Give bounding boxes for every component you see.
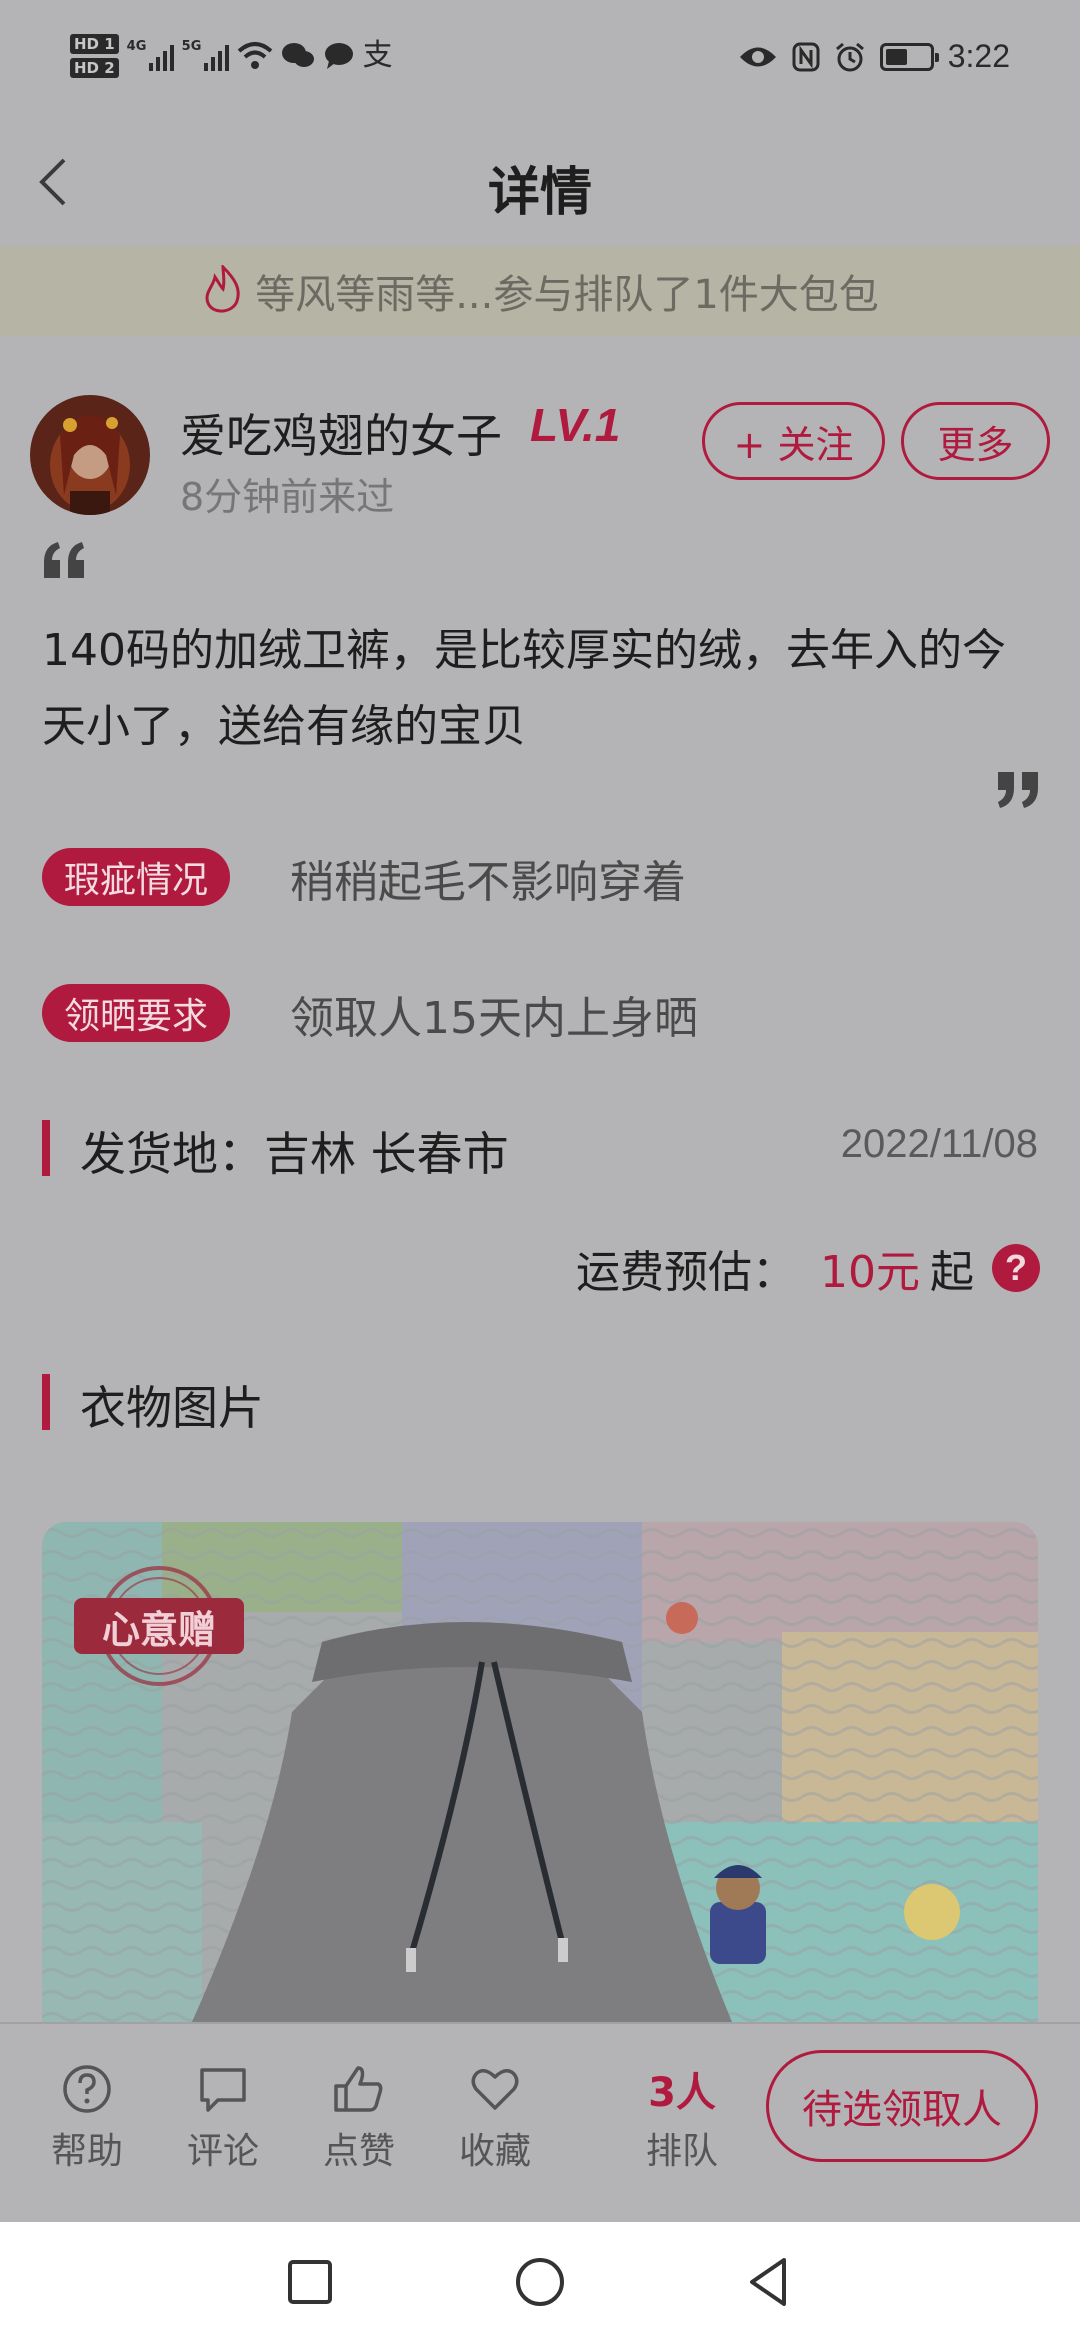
- queue-label: 排队: [645, 2131, 718, 2172]
- like-button[interactable]: 点赞: [304, 2062, 414, 2174]
- shipping-suffix: 起: [930, 1247, 974, 1298]
- home-icon[interactable]: [510, 2252, 570, 2312]
- requirement-tag: 领晒要求: [42, 984, 231, 1042]
- battery-icon: [879, 42, 939, 71]
- wifi-icon: [237, 42, 272, 69]
- avatar[interactable]: [30, 395, 150, 515]
- system-nav-bar: [0, 2222, 1080, 2340]
- user-level-badge: LV.1: [530, 399, 621, 451]
- queue-status[interactable]: 3人 排队: [632, 2060, 732, 2174]
- alipay-icon: 支: [362, 38, 393, 73]
- requirement-text: 领取人15天内上身晒: [290, 993, 698, 1044]
- eye-icon: [739, 47, 776, 66]
- thumbs-up-icon: [334, 2066, 383, 2112]
- flame-icon: [205, 265, 240, 313]
- network-type-1: 4G: [126, 39, 147, 54]
- recents-icon[interactable]: [280, 2252, 340, 2312]
- signal-icon-1: 4G: [126, 39, 174, 71]
- select-recipient-button[interactable]: 待选领取人: [766, 2050, 1038, 2162]
- defects-tag: 瑕疵情况: [42, 848, 231, 906]
- photos-marker: [42, 1374, 50, 1430]
- bottom-action-bar: 帮助 评论 点赞 收藏 3人 排队 待选领取人: [0, 2022, 1080, 2222]
- favorite-button[interactable]: 收藏: [440, 2062, 550, 2174]
- ship-from: 发货地：吉林 长春市: [80, 1127, 509, 1181]
- queue-banner: 等风等雨等...参与排队了1件大包包: [0, 246, 1080, 336]
- comment-label: 评论: [186, 2131, 259, 2172]
- post-description: 140码的加绒卫裤，是比较厚实的绒，去年入的今天小了，送给有缘的宝贝: [42, 625, 1006, 752]
- avatar-image: [30, 395, 150, 515]
- last-seen: 8分钟前来过: [180, 475, 395, 519]
- battery-fill: [885, 48, 907, 65]
- message-icon: [324, 43, 353, 69]
- favorite-label: 收藏: [458, 2131, 531, 2172]
- quote-close-icon: [998, 772, 1038, 808]
- heart-icon: [471, 2069, 519, 2110]
- location-marker: [42, 1120, 50, 1176]
- status-bar: HD 1 HD 2 4G 5G 支 3:22: [0, 0, 1080, 120]
- shipping-label: 运费预估：: [576, 1247, 796, 1298]
- like-label: 点赞: [322, 2131, 395, 2172]
- page-title: 详情: [487, 163, 592, 223]
- nfc-icon: [792, 42, 820, 71]
- network-type-2: 5G: [181, 39, 202, 54]
- help-label: 帮助: [50, 2131, 123, 2172]
- signal-icon-2: 5G: [181, 39, 229, 71]
- queue-count: 3人: [648, 2070, 716, 2116]
- alarm-icon: [835, 42, 864, 71]
- comment-button[interactable]: 评论: [168, 2062, 278, 2174]
- help-button[interactable]: 帮助: [32, 2062, 142, 2174]
- gift-stamp-label: 心意赠: [74, 1598, 244, 1654]
- photos-section-title: 衣物图片: [80, 1381, 264, 1435]
- banner-text: 等风等雨等...参与排队了1件大包包: [255, 272, 879, 318]
- status-right: 3:22: [738, 38, 1010, 75]
- clock: 3:22: [947, 38, 1010, 74]
- status-left: HD 1 HD 2 4G 5G 支: [70, 34, 393, 78]
- comment-icon: [200, 2068, 246, 2112]
- help-icon: [63, 2065, 111, 2113]
- shipping-help-icon[interactable]: ?: [992, 1244, 1040, 1292]
- follow-button[interactable]: + 关注: [702, 402, 885, 480]
- user-name[interactable]: 爱吃鸡翅的女子: [180, 400, 502, 466]
- sim1-badge: HD 1: [70, 34, 119, 54]
- back-nav-icon[interactable]: [740, 2252, 800, 2312]
- defects-text: 稍稍起毛不影响穿着: [290, 857, 686, 908]
- wechat-icon: [281, 43, 314, 67]
- sim2-badge: HD 2: [70, 58, 119, 78]
- quote-open-icon: [44, 542, 84, 578]
- sim-indicators: HD 1 HD 2: [70, 34, 119, 78]
- shipping-estimate: 运费预估： 10元 起 ?: [576, 1236, 1040, 1300]
- clothing-photo[interactable]: [42, 1522, 1038, 2022]
- shipping-price: 10元: [820, 1247, 920, 1298]
- navbar: 详情: [0, 120, 1080, 246]
- more-button[interactable]: 更多: [901, 402, 1050, 480]
- post-date: 2022/11/08: [840, 1122, 1038, 1166]
